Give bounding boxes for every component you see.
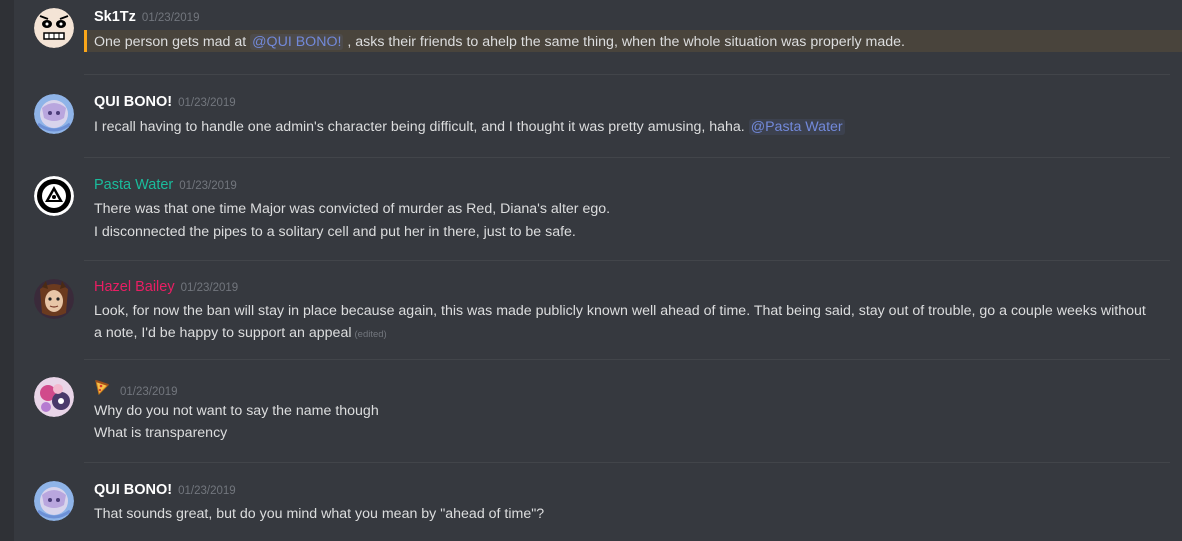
avatar[interactable] (34, 8, 74, 48)
message-feed: Sk1Tz 01/23/2019 One person gets mad at … (14, 0, 1182, 541)
message-text: I disconnected the pipes to a solitary c… (94, 224, 576, 240)
pizza-emoji-icon (94, 379, 110, 395)
username[interactable]: Pasta Water (94, 177, 173, 193)
text-segment: I recall having to handle one admin's ch… (94, 119, 749, 135)
message-text: There was that one time Major was convic… (94, 201, 611, 217)
avatar[interactable] (34, 481, 74, 521)
message-text: Why do you not want to say the name thou… (94, 403, 379, 419)
username[interactable]: Hazel Bailey (94, 279, 175, 295)
avatar[interactable] (34, 94, 74, 134)
message-header: Hazel Bailey 01/23/2019 (94, 279, 238, 299)
message-text: What is transparency (94, 425, 228, 441)
edited-label: (edited) (354, 329, 387, 340)
timestamp: 01/23/2019 (179, 180, 237, 192)
username[interactable]: QUI BONO! (94, 482, 172, 498)
message-text: Look, for now the ban will stay in place… (94, 300, 1154, 346)
username[interactable]: Sk1Tz (94, 9, 136, 25)
message-header: Pasta Water 01/23/2019 (94, 177, 237, 197)
avatar[interactable] (34, 279, 74, 319)
message-text: One person gets mad at @QUI BONO! , asks… (94, 32, 905, 52)
user-mention[interactable]: @Pasta Water (748, 119, 845, 135)
message-header: Sk1Tz 01/23/2019 (94, 9, 199, 29)
timestamp: 01/23/2019 (120, 386, 178, 398)
text-segment: One person gets mad at (94, 34, 251, 50)
sidebar-strip (0, 0, 14, 541)
timestamp: 01/23/2019 (180, 282, 239, 294)
user-mention[interactable]: @QUI BONO! (250, 34, 344, 50)
timestamp: 01/23/2019 (178, 97, 236, 109)
timestamp: 01/23/2019 (141, 12, 200, 24)
message-divider (84, 74, 1170, 75)
message-header: 01/23/2019 (94, 379, 178, 399)
message-divider (84, 359, 1170, 360)
message-text: That sounds great, but do you mind what … (94, 506, 545, 522)
message-divider (84, 157, 1170, 158)
text-segment: , asks their friends to ahelp the same t… (343, 34, 905, 50)
username[interactable]: QUI BONO! (94, 94, 172, 110)
message-header: QUI BONO! 01/23/2019 (94, 94, 236, 114)
message-divider (84, 260, 1170, 261)
message-header: QUI BONO! 01/23/2019 (94, 482, 236, 502)
timestamp: 01/23/2019 (178, 485, 236, 497)
avatar[interactable] (34, 377, 74, 417)
avatar[interactable] (34, 176, 74, 216)
message-text: I recall having to handle one admin's ch… (94, 117, 845, 137)
message-divider (84, 462, 1170, 463)
text-segment: Look, for now the ban will stay in place… (94, 303, 1146, 341)
